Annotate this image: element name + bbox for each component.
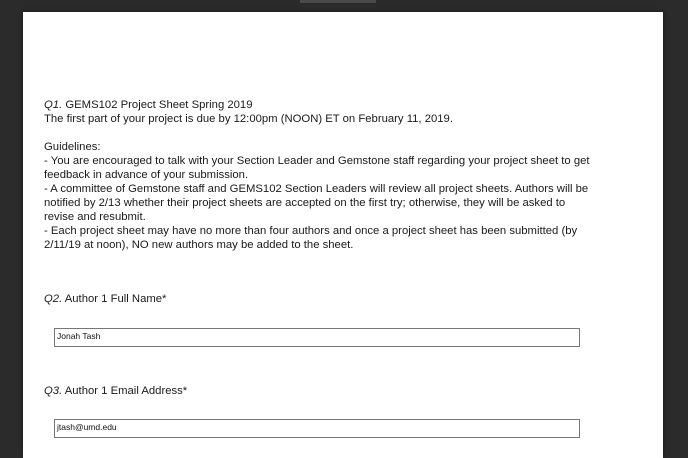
q1-title: GEMS102 Project Sheet Spring 2019 [65,99,253,111]
guideline-3-line-2: 2/11/19 at noon), NO new authors may be … [44,239,354,251]
form-page: Q1. GEMS102 Project Sheet Spring 2019 Th… [23,12,663,458]
author-1-name-field[interactable]: Jonah Tash [54,328,580,347]
q2-label-text: Author 1 Full Name* [64,293,167,305]
guideline-2-line-1: - A committee of Gemstone staff and GEMS… [44,183,589,195]
guideline-2-line-2: notified by 2/13 whether their project s… [44,197,566,209]
q2-number: Q2. [44,293,63,305]
guideline-1-line-2: feedback in advance of your submission. [44,169,249,181]
q3-label: Q3. Author 1 Email Address* [44,384,634,398]
q1-header: Q1. GEMS102 Project Sheet Spring 2019 [44,98,634,112]
q2-label: Q2. Author 1 Full Name* [44,292,634,306]
q1-number: Q1. [44,99,63,111]
window-tab [300,0,376,3]
q1-due: The first part of your project is due by… [44,113,453,125]
q3-number: Q3. [44,385,63,397]
guideline-2-line-3: revise and resubmit. [44,211,146,223]
guideline-1-line-1: - You are encouraged to talk with your S… [44,155,590,167]
guideline-3-line-1: - Each project sheet may have no more th… [44,225,578,237]
q1-block: Q1. GEMS102 Project Sheet Spring 2019 Th… [44,98,634,252]
q3-label-text: Author 1 Email Address* [64,385,188,397]
guidelines-heading: Guidelines: [44,141,101,153]
author-1-email-field[interactable]: jtash@umd.edu [54,419,580,438]
